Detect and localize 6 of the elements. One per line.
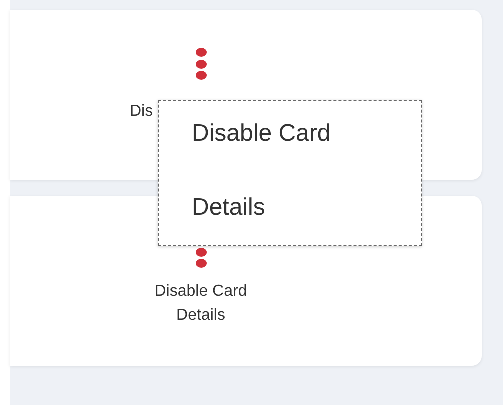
menu-item[interactable]: Disable Card (192, 119, 331, 149)
card-label: Disable Card (154, 282, 248, 302)
menu-item[interactable]: Details (192, 193, 266, 223)
card-label: Dis (130, 102, 154, 122)
more-options-icon[interactable] (195, 48, 207, 80)
card-label: Details (176, 306, 226, 326)
